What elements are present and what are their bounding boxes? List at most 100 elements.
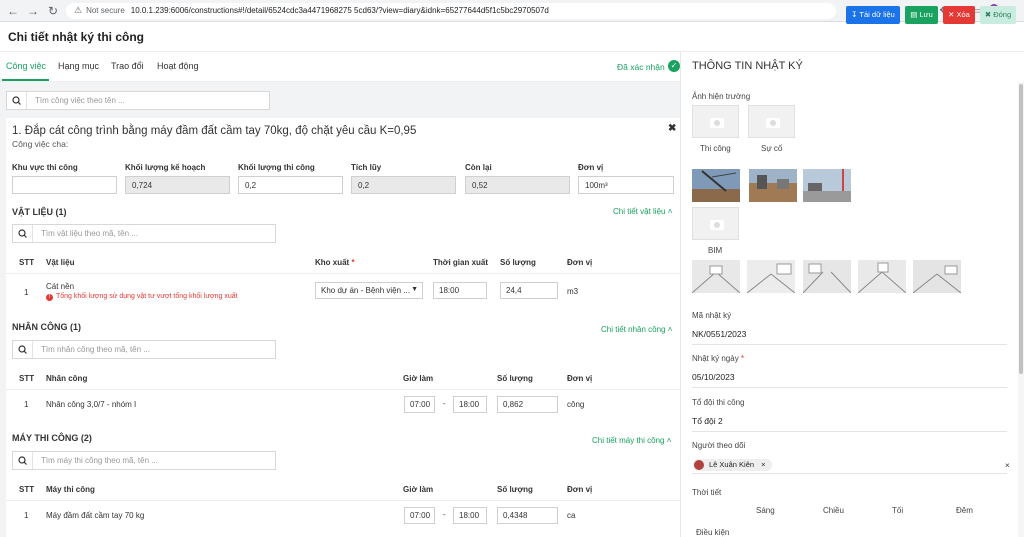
url-text: 10.0.1.239:6006/constructions#!/detail/6… xyxy=(130,6,549,15)
unit-field[interactable]: 100m³ xyxy=(578,176,674,194)
save-button[interactable]: ▤ Lưu xyxy=(905,6,938,24)
bim-image-3[interactable] xyxy=(803,260,851,293)
active-tab-indicator xyxy=(2,79,49,81)
construction-upload[interactable] xyxy=(692,105,739,138)
page-header: Chi tiết nhật ký thi công xyxy=(0,22,1024,52)
labor-qty-input[interactable]: 0,862 xyxy=(497,396,558,413)
dropdown-caret-icon: ▼ xyxy=(411,286,418,293)
camera-icon xyxy=(710,220,724,230)
done-label: Khối lượng thi công xyxy=(238,163,315,172)
back-icon[interactable]: ← xyxy=(6,4,20,18)
table-row: 1 Máy đầm đất cầm tay 70 kg 07:00 - 18:0… xyxy=(6,503,680,529)
follower-chip[interactable]: Lê Xuân Kiên × xyxy=(693,459,772,471)
search-icon xyxy=(13,341,33,358)
site-photo-1[interactable] xyxy=(692,169,740,202)
remaining-label: Còn lại xyxy=(465,163,492,172)
panel-title: THÔNG TIN NHẬT KÝ xyxy=(692,60,803,72)
end-time-input[interactable]: 18:00 xyxy=(453,396,487,413)
cumulative-field: 0,2 xyxy=(351,176,456,194)
tab-items[interactable]: Hạng mục xyxy=(58,61,99,71)
materials-detail-link[interactable]: Chi tiết vật liệu ˄ xyxy=(613,207,672,216)
labor-search-input[interactable]: Tìm nhân công theo mã, tên ... xyxy=(12,340,276,359)
reload-icon[interactable]: ↻ xyxy=(46,4,60,18)
bim-upload[interactable] xyxy=(692,207,739,240)
delete-button[interactable]: ✕ Xóa xyxy=(943,6,975,24)
avatar xyxy=(694,460,704,470)
planned-field: 0,724 xyxy=(125,176,230,194)
error-icon: ! xyxy=(46,294,53,301)
diary-info-panel: THÔNG TIN NHẬT KÝ Ảnh hiện trường Thi cô… xyxy=(680,52,1024,537)
forward-icon[interactable]: → xyxy=(26,4,40,18)
check-circle-icon: ✓ xyxy=(668,60,680,72)
search-icon xyxy=(13,225,33,242)
tab-work[interactable]: Công việc xyxy=(6,61,46,71)
parent-task-label: Công việc cha: xyxy=(12,139,69,149)
incident-label: Sự cố xyxy=(761,144,783,153)
weather-night: Đêm xyxy=(956,506,973,515)
labor-title: NHÂN CÔNG (1) xyxy=(12,322,81,332)
task-title: 1. Đắp cát công trình bằng máy đầm đất c… xyxy=(12,125,417,137)
machines-title: MÁY THI CÔNG (2) xyxy=(12,433,92,443)
bim-image-1[interactable] xyxy=(692,260,740,293)
bim-image-2[interactable] xyxy=(747,260,795,293)
site-photo-3[interactable] xyxy=(803,169,851,202)
done-field[interactable]: 0,2 xyxy=(238,176,343,194)
table-row: 1 Nhân công 3,0/7 - nhóm I 07:00 - 18:00… xyxy=(6,392,680,418)
not-secure-label: Not secure xyxy=(86,6,125,15)
bim-image-4[interactable] xyxy=(858,260,906,293)
machine-qty-input[interactable]: 0,4348 xyxy=(497,507,558,524)
clear-icon[interactable]: × xyxy=(1005,461,1010,470)
page-title: Chi tiết nhật ký thi công xyxy=(8,30,145,44)
close-button[interactable]: ✖ Đóng xyxy=(980,6,1016,24)
warehouse-select[interactable]: Kho dự án - Bệnh viện ... ▼ xyxy=(315,282,423,299)
tab-discussion[interactable]: Trao đổi xyxy=(111,61,144,71)
error-message: ! Tổng khối lượng sử dụng vật tư vượt tổn… xyxy=(46,293,238,301)
materials-title: VẬT LIỆU (1) xyxy=(12,207,67,217)
bim-label: BIM xyxy=(708,246,723,255)
materials-search-input[interactable]: Tìm vật liệu theo mã, tên ... xyxy=(12,224,276,243)
tab-bar: Công việc Hạng mục Trao đổi Hoạt động Đã… xyxy=(0,52,680,82)
download-button[interactable]: ↧ Tải dữ liệu xyxy=(846,6,900,24)
export-time-input[interactable]: 18:00 xyxy=(433,282,487,299)
close-task-icon[interactable]: ✖ xyxy=(668,123,676,134)
diary-date-field[interactable]: 05/10/2023 xyxy=(692,372,1007,388)
search-icon xyxy=(7,92,27,109)
planned-label: Khối lượng kế hoạch xyxy=(125,163,206,172)
area-field[interactable] xyxy=(12,176,117,194)
construction-label: Thi công xyxy=(700,144,731,153)
condition-label: Điều kiện xyxy=(696,528,730,537)
team-field[interactable]: Tổ đội 2 xyxy=(692,416,1007,432)
weather-label: Thời tiết xyxy=(692,488,722,497)
camera-icon xyxy=(766,118,780,128)
camera-icon xyxy=(710,118,724,128)
diary-code-value[interactable]: NK/0551/2023 xyxy=(692,329,1007,345)
machines-table-header: STT Máy thi công Giờ làm Số lượng Đơn vị xyxy=(6,479,680,501)
area-label: Khu vực thi công xyxy=(12,163,78,172)
weather-morning: Sáng xyxy=(756,506,775,515)
remove-chip-icon[interactable]: × xyxy=(761,460,765,469)
incident-upload[interactable] xyxy=(748,105,795,138)
unit-label: Đơn vị xyxy=(578,163,604,172)
material-qty-input[interactable]: 24,4 xyxy=(500,282,558,299)
weather-evening: Tối xyxy=(892,506,904,515)
search-icon xyxy=(13,452,33,469)
remaining-field: 0,52 xyxy=(465,176,570,194)
start-time-input[interactable]: 07:00 xyxy=(404,396,435,413)
confirmed-status: Đã xác nhận xyxy=(617,62,665,72)
bim-image-5[interactable] xyxy=(913,260,961,293)
diary-date-label: Nhật ký ngày * xyxy=(692,354,745,363)
scrollbar-thumb[interactable] xyxy=(1019,84,1023,374)
machines-detail-link[interactable]: Chi tiết máy thi công ˄ xyxy=(592,436,671,445)
site-photo-2[interactable] xyxy=(749,169,797,202)
machines-search-input[interactable]: Tìm máy thi công theo mã, tên ... xyxy=(12,451,276,470)
site-photos-label: Ảnh hiện trường xyxy=(692,92,751,101)
weather-afternoon: Chiều xyxy=(823,506,844,515)
warning-icon: ⚠ xyxy=(74,5,83,15)
end-time-input[interactable]: 18:00 xyxy=(453,507,487,524)
tab-activity[interactable]: Hoạt động xyxy=(157,61,199,71)
team-label: Tổ đội thi công xyxy=(692,398,745,407)
address-bar[interactable]: ⚠ Not secure 10.0.1.239:6006/constructio… xyxy=(66,2,836,19)
task-search-input[interactable]: Tìm công việc theo tên ... xyxy=(6,91,270,110)
start-time-input[interactable]: 07:00 xyxy=(404,507,435,524)
labor-detail-link[interactable]: Chi tiết nhân công ˄ xyxy=(601,325,672,334)
